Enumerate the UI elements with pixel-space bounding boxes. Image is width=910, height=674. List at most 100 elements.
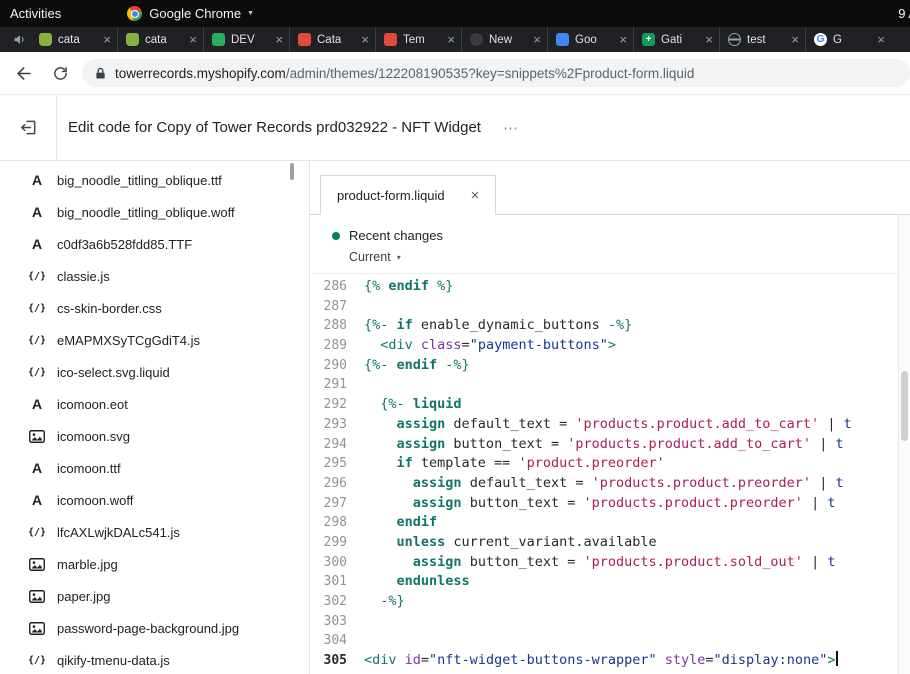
dark-circle-favicon [470,33,483,46]
file-tab[interactable]: product-form.liquid × [320,175,496,215]
activities-button[interactable]: Activities [10,6,61,21]
browser-tab[interactable]: New× [461,27,547,52]
code-editor: product-form.liquid × Recent changes Cur… [310,161,910,674]
browser-tab[interactable]: +Gati× [633,27,719,52]
file-item[interactable]: Abig_noodle_titling_oblique.ttf [0,164,309,196]
browser-tab[interactable]: DEV × [203,27,289,52]
tab-close-icon[interactable]: × [791,33,799,46]
file-tab-label: product-form.liquid [337,188,445,203]
image-file-icon [28,622,46,635]
version-dropdown[interactable]: Current ▾ [332,250,910,264]
tab-close-icon[interactable]: × [619,33,627,46]
tab-close-icon[interactable]: × [705,33,713,46]
browser-tab[interactable]: cata× [31,27,117,52]
file-name: password-page-background.jpg [57,621,239,636]
code-row[interactable]: 290{%- endif -%} [310,356,910,376]
tab-title: Goo [575,34,613,46]
url-text: towerrecords.myshopify.com/admin/themes/… [115,66,694,81]
editor-scrollbar[interactable] [898,215,910,674]
code-row[interactable]: 303 [310,612,910,632]
tab-title: Tem [403,34,441,46]
exit-icon[interactable] [19,118,38,137]
file-item[interactable]: Aicomoon.ttf [0,452,309,484]
tab-close-icon[interactable]: × [103,33,111,46]
file-item[interactable]: {/}qikify-tmenu-data.js [0,644,309,674]
code-row[interactable]: 301 endunless [310,572,910,592]
browser-tab[interactable]: Goo × [547,27,633,52]
line-number: 291 [310,375,347,395]
tab-close-icon[interactable]: × [533,33,541,46]
file-item[interactable]: marble.jpg [0,548,309,580]
file-item[interactable]: icomoon.svg [0,420,309,452]
code-area[interactable]: 286{% endif %}287288{%- if enable_dynami… [310,274,910,674]
file-item[interactable]: Aicomoon.woff [0,484,309,516]
code-row[interactable]: 297 assign button_text = 'products.produ… [310,494,910,514]
reload-button[interactable] [48,61,72,85]
file-item[interactable]: {/}classie.js [0,260,309,292]
file-item[interactable]: password-page-background.jpg [0,612,309,644]
code-row[interactable]: 296 assign default_text = 'products.prod… [310,474,910,494]
line-number: 297 [310,494,347,514]
file-item[interactable]: {/}ico-select.svg.liquid [0,356,309,388]
file-item[interactable]: paper.jpg [0,580,309,612]
tab-close-icon[interactable]: × [447,33,455,46]
browser-tab[interactable]: cata × [117,27,203,52]
tab-close-icon[interactable]: × [189,33,197,46]
browser-tab[interactable]: Cata× [289,27,375,52]
app-menu-caret-icon: ▼ [247,10,254,17]
file-item[interactable]: Abig_noodle_titling_oblique.woff [0,196,309,228]
file-item[interactable]: Ac0df3a6b528fdd85.TTF [0,228,309,260]
tab-audio-icon[interactable] [13,33,26,46]
code-line: assign default_text = 'products.product.… [347,415,852,435]
code-row[interactable]: 295 if template == 'product.preorder' [310,454,910,474]
page-title: Edit code for Copy of Tower Records prd0… [68,119,481,136]
code-row[interactable]: 287 [310,297,910,317]
sidebar-scrollbar[interactable] [290,163,294,180]
tab-close-icon[interactable]: × [275,33,283,46]
code-row[interactable]: 294 assign button_text = 'products.produ… [310,435,910,455]
code-line: assign button_text = 'products.product.p… [347,494,835,514]
close-tab-icon[interactable]: × [471,188,480,203]
browser-tab[interactable]: Tem × [375,27,461,52]
line-number: 289 [310,336,347,356]
code-line: endunless [347,572,470,592]
tab-title: cata [145,34,183,46]
browser-tab[interactable]: GG× [805,27,891,52]
omnibox[interactable]: towerrecords.myshopify.com/admin/themes/… [82,59,910,87]
tab-title: DEV [231,34,269,46]
code-row[interactable]: 289 <div class="payment-buttons"> [310,336,910,356]
tab-close-icon[interactable]: × [877,33,885,46]
file-item[interactable]: {/}eMAPMXSyTCgGdiT4.js [0,324,309,356]
file-name: eMAPMXSyTCgGdiT4.js [57,333,200,348]
code-row[interactable]: 302 -%} [310,592,910,612]
code-row[interactable]: 288{%- if enable_dynamic_buttons -%} [310,316,910,336]
green-plus-favicon: + [642,33,655,46]
file-name: marble.jpg [57,557,118,572]
code-row[interactable]: 299 unless current_variant.available [310,533,910,553]
overflow-menu-icon[interactable]: ⋯ [503,119,520,137]
code-line: if template == 'product.preorder' [347,454,665,474]
code-row[interactable]: 286{% endif %} [310,277,910,297]
code-row[interactable]: 304 [310,631,910,651]
chevron-down-icon: ▾ [397,253,401,262]
file-item[interactable]: {/}lfcAXLwjkDALc541.js [0,516,309,548]
editor-scrollbar-thumb[interactable] [901,371,908,441]
code-row[interactable]: 300 assign button_text = 'products.produ… [310,553,910,573]
file-item[interactable]: Aicomoon.eot [0,388,309,420]
lock-icon[interactable] [95,67,106,80]
browser-tab[interactable]: test× [719,27,805,52]
code-row[interactable]: 298 endif [310,513,910,533]
tab-close-icon[interactable]: × [361,33,369,46]
exit-column [0,95,57,160]
file-name: big_noodle_titling_oblique.woff [57,205,235,220]
code-row[interactable]: 292 {%- liquid [310,395,910,415]
code-row[interactable]: 291 [310,375,910,395]
line-number: 303 [310,612,347,632]
file-item[interactable]: {/}cs-skin-border.css [0,292,309,324]
active-app-indicator[interactable]: Google Chrome ▼ [127,6,254,21]
code-row[interactable]: 305<div id="nft-widget-buttons-wrapper" … [310,651,910,671]
file-name: ico-select.svg.liquid [57,365,170,380]
back-button[interactable] [12,61,36,85]
code-line: {% endif %} [347,277,453,297]
code-row[interactable]: 293 assign default_text = 'products.prod… [310,415,910,435]
